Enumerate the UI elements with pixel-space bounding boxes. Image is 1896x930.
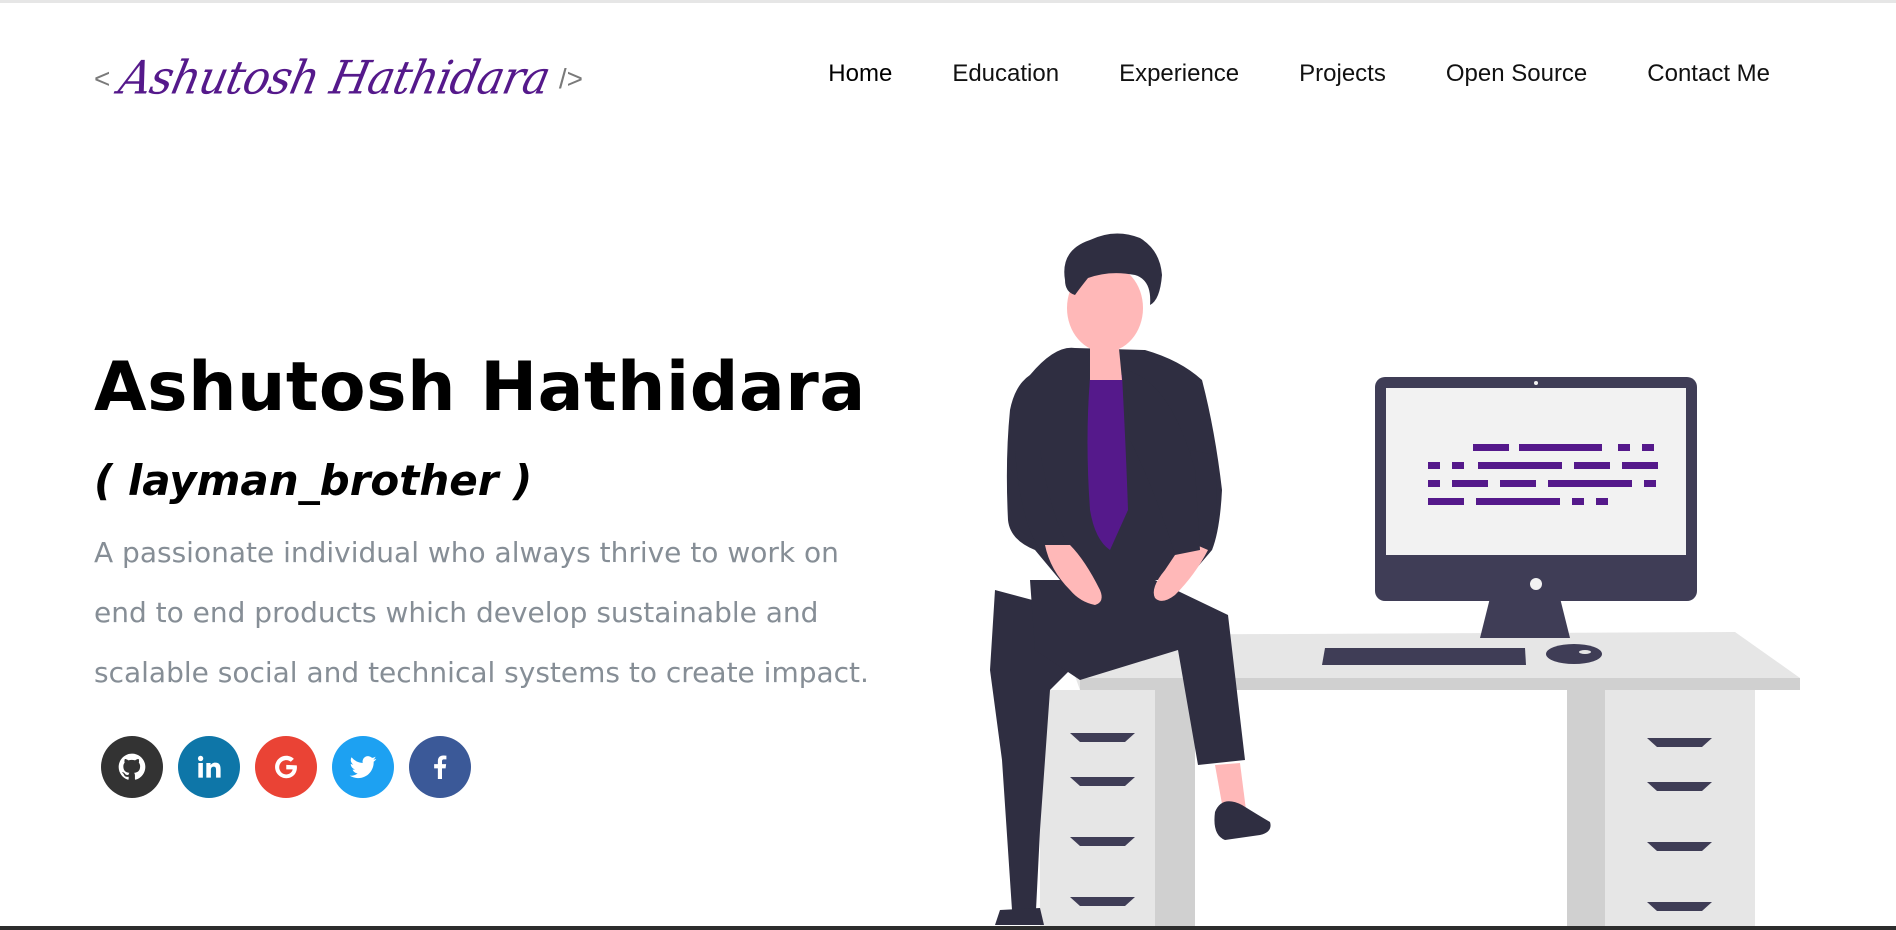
hero-title: Ashutosh Hathidara [94,348,866,427]
facebook-icon [434,755,447,779]
facebook-button[interactable] [409,736,471,798]
nav-experience[interactable]: Experience [1119,60,1239,88]
monitor [1375,377,1697,638]
bottom-divider [0,926,1896,930]
linkedin-button[interactable] [178,736,240,798]
hero-subtitle: ( layman_brother ) [94,456,533,505]
nav-contact-me[interactable]: Contact Me [1647,60,1770,88]
top-divider [0,0,1896,3]
twitter-button[interactable] [332,736,394,798]
nav-education[interactable]: Education [952,60,1059,88]
main-nav: Home Education Experience Projects Open … [828,60,1770,88]
mouse [1546,644,1602,664]
google-icon [275,755,297,779]
nav-home[interactable]: Home [828,60,892,88]
keyboard [1322,648,1526,665]
desk [1040,632,1800,930]
google-button[interactable] [255,736,317,798]
logo-open-bracket: < [94,63,111,94]
github-icon [118,753,146,780]
hero-description: A passionate individual who always thriv… [94,536,869,689]
nav-open-source[interactable]: Open Source [1446,60,1587,88]
nav-projects[interactable]: Projects [1299,60,1386,88]
developer-illustration [990,233,1800,930]
linkedin-icon [197,755,221,778]
twitter-icon [349,756,377,779]
logo-close-bracket: /> [558,63,583,94]
logo-signature: Ashutosh Hathidara [114,51,555,106]
site-logo[interactable]: < Ashutosh Hathidara /> [94,46,583,112]
github-button[interactable] [101,736,163,798]
social-links [101,736,471,798]
